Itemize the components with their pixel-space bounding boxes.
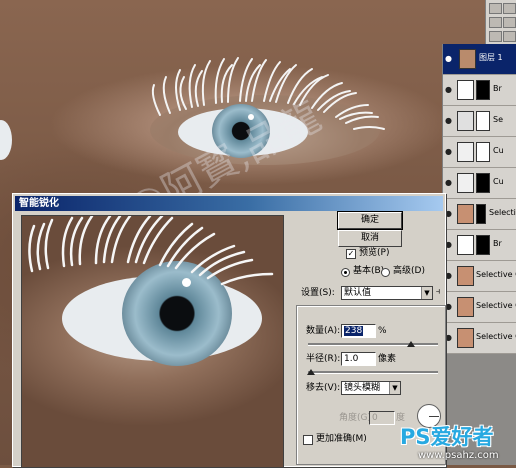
layers-panel: ● 图层 1 ● Br ● Se ● Cu ● Cu ● Selecti ● B…: [442, 44, 516, 465]
layer-name: 图层 1: [479, 53, 503, 62]
save-settings-icon[interactable]: ⫞: [433, 286, 443, 298]
preview-checkbox[interactable]: ✓: [346, 249, 356, 259]
radius-input[interactable]: 1.0: [341, 352, 376, 366]
visibility-eye-icon[interactable]: ●: [445, 240, 455, 249]
mode-basic-label: 基本(B): [353, 266, 385, 276]
settings-dropdown[interactable]: 默认值 ▼: [341, 286, 433, 300]
layer-name: Cu: [493, 177, 504, 186]
adjustment-icon: [457, 80, 474, 100]
angle-unit: 度: [396, 413, 406, 423]
radius-slider-thumb[interactable]: [306, 369, 315, 375]
site-logo: PS爱好者 www.psahz.com: [400, 424, 516, 465]
layer-row[interactable]: ● Selecti: [443, 199, 516, 230]
tool-options-strip: [485, 0, 516, 44]
chevron-down-icon: ▼: [421, 287, 432, 299]
preview-pane[interactable]: [21, 215, 284, 468]
layer-row[interactable]: ● Br: [443, 75, 516, 106]
layer-row[interactable]: ● Selective Co: [443, 292, 516, 323]
layer-thumbnail: [457, 204, 474, 224]
eye-white-left: [0, 120, 12, 160]
layer-mask-thumbnail: [476, 111, 490, 131]
smart-sharpen-dialog: 智能锐化 确定 取消 ✓ 预览(P) 基本(B) 高级(D) 设置(S): 默认…: [12, 193, 446, 468]
layer-row[interactable]: ● Br: [443, 230, 516, 261]
chevron-down-icon: ▼: [389, 382, 400, 394]
layer-row[interactable]: ● Cu: [443, 137, 516, 168]
layer-name: Selective Co: [476, 301, 516, 310]
layer-row[interactable]: ● Selective Co: [443, 323, 516, 354]
more-accurate-label: 更加准确(M): [316, 434, 367, 444]
tool-button[interactable]: [489, 17, 502, 28]
ok-button[interactable]: 确定: [337, 211, 403, 230]
curves-icon: [457, 142, 474, 162]
layer-row[interactable]: ● Cu: [443, 168, 516, 199]
more-accurate-checkbox[interactable]: [303, 435, 313, 445]
site-url: www.psahz.com: [418, 450, 499, 461]
site-logo-text: PS爱好者: [400, 425, 494, 449]
angle-value: 0: [372, 413, 378, 423]
visibility-eye-icon[interactable]: ●: [445, 209, 455, 218]
mode-advanced-label: 高级(D): [393, 266, 425, 276]
visibility-eye-icon[interactable]: ●: [445, 333, 455, 342]
tool-button[interactable]: [489, 3, 502, 14]
cancel-button[interactable]: 取消: [338, 230, 402, 247]
layer-row[interactable]: ● 图层 1: [443, 44, 516, 75]
visibility-eye-icon[interactable]: ●: [445, 147, 455, 156]
layer-name: Selective Co: [476, 332, 516, 341]
angle-dial-indicator: [429, 416, 439, 417]
layer-name: Br: [493, 239, 502, 248]
dialog-title: 智能锐化: [19, 198, 59, 209]
mode-advanced-radio[interactable]: [381, 268, 390, 277]
remove-dropdown[interactable]: 镜头模糊 ▼: [341, 381, 401, 395]
tool-button[interactable]: [489, 31, 502, 42]
remove-value: 镜头模糊: [344, 383, 381, 393]
layer-thumbnail: [457, 297, 474, 317]
layer-thumbnail: [457, 328, 474, 348]
layer-mask-thumbnail: [476, 142, 490, 162]
layer-mask-thumbnail: [476, 204, 486, 224]
tool-button[interactable]: [503, 3, 516, 14]
adjustment-icon: [457, 111, 474, 131]
mode-basic-radio[interactable]: [341, 268, 350, 277]
visibility-eye-icon[interactable]: ●: [445, 271, 455, 280]
preview-checkbox-label: 预览(P): [359, 248, 390, 258]
remove-label: 移去(V):: [306, 383, 341, 393]
layer-name: Selective Co: [476, 270, 516, 279]
preview-eyelashes: [28, 216, 274, 286]
layer-mask-thumbnail: [476, 235, 490, 255]
visibility-eye-icon[interactable]: ●: [445, 302, 455, 311]
visibility-eye-icon[interactable]: ●: [445, 116, 455, 125]
radius-value: 1.0: [344, 354, 359, 364]
tool-button[interactable]: [503, 31, 516, 42]
settings-value: 默认值: [344, 288, 372, 298]
dialog-titlebar[interactable]: 智能锐化: [15, 196, 443, 211]
angle-input[interactable]: 0: [369, 411, 395, 425]
layer-name: Se: [493, 115, 503, 124]
layer-name: Selecti: [489, 208, 516, 217]
layer-thumbnail: [457, 266, 474, 286]
amount-input[interactable]: 238: [341, 324, 376, 338]
visibility-eye-icon[interactable]: ●: [445, 54, 455, 63]
settings-label: 设置(S):: [301, 288, 335, 298]
layer-thumbnail: [459, 49, 476, 69]
amount-unit: %: [378, 326, 387, 336]
layer-name: Cu: [493, 146, 504, 155]
adjustment-icon: [457, 235, 474, 255]
amount-slider-track[interactable]: [308, 343, 438, 346]
radius-slider-track[interactable]: [308, 371, 438, 374]
visibility-eye-icon[interactable]: ●: [445, 178, 455, 187]
layer-row[interactable]: ● Se: [443, 106, 516, 137]
amount-value: 238: [344, 326, 364, 336]
radius-label: 半径(R):: [306, 354, 341, 364]
visibility-eye-icon[interactable]: ●: [445, 85, 455, 94]
amount-slider-thumb[interactable]: [406, 341, 415, 347]
tool-button[interactable]: [503, 17, 516, 28]
curves-icon: [457, 173, 474, 193]
layer-name: Br: [493, 84, 502, 93]
layer-row[interactable]: ● Selective Co: [443, 261, 516, 292]
amount-label: 数量(A):: [306, 326, 341, 336]
layer-mask-thumbnail: [476, 80, 490, 100]
radius-unit: 像素: [378, 354, 397, 364]
layer-mask-thumbnail: [476, 173, 490, 193]
